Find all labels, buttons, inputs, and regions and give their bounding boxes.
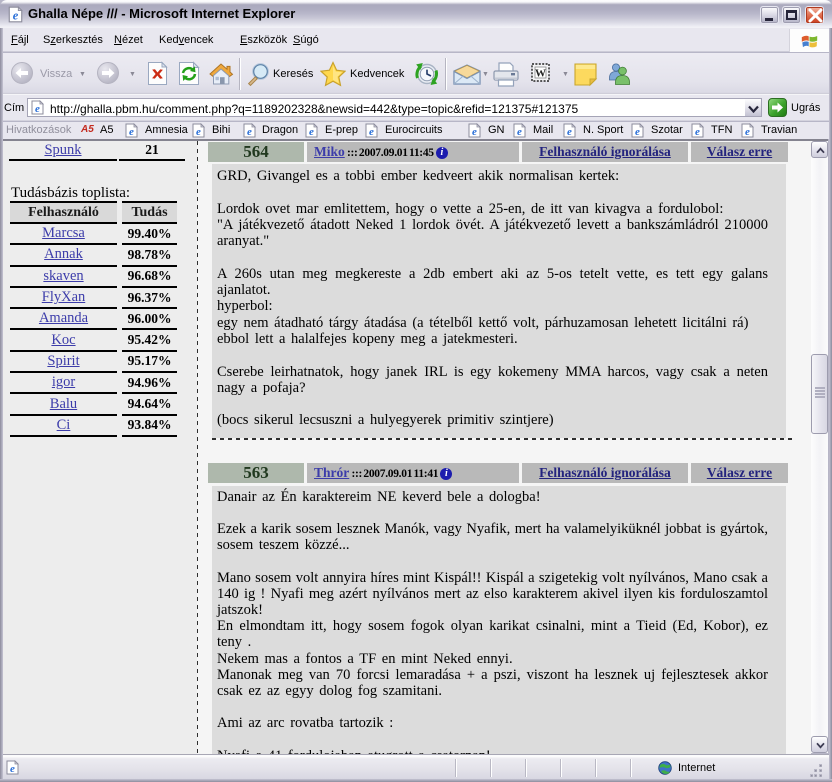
svg-text:e: e (13, 9, 19, 23)
svg-text:e: e (35, 103, 40, 115)
svg-text:W: W (535, 67, 546, 79)
